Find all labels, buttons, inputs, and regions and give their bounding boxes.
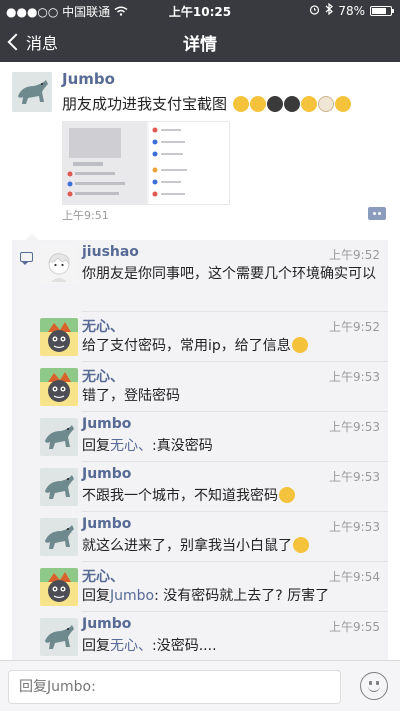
comment-row[interactable]: 无心、 上午9:54 回复Jumbo: 没有密码就上去了? 厉害了 xyxy=(40,562,388,612)
post-text-content: 朋友成功进我支付宝截图 xyxy=(62,95,228,113)
comment-body: : 没有密码就上去了? 厉害了 xyxy=(154,588,330,604)
laugh-emoji-icon xyxy=(232,96,249,112)
commenter-name[interactable]: Jumbo xyxy=(82,466,131,482)
comment-time: 上午9:52 xyxy=(329,320,380,334)
comment-row[interactable]: 无心、 上午9:52 给了支付密码，常用ip，给了信息 xyxy=(40,312,388,362)
reply-to-name[interactable]: Jumbo xyxy=(110,588,154,604)
reply-prefix: 回复 xyxy=(82,638,110,654)
dog-emoji-icon xyxy=(317,96,334,112)
smile-emoji-icon xyxy=(291,337,308,353)
laugh-emoji-icon xyxy=(249,96,266,112)
commenter-name[interactable]: 无心、 xyxy=(82,316,124,336)
alarm-icon xyxy=(309,4,320,18)
reply-to-name[interactable]: 无心、 xyxy=(110,438,152,454)
reply-input[interactable] xyxy=(8,670,341,704)
comment-body: 你朋友是你同事吧，这个需要几个环境确实可以 xyxy=(82,266,376,282)
comment-time: 上午9:53 xyxy=(329,370,380,384)
commenter-name[interactable]: Jumbo xyxy=(82,416,131,432)
tears-of-joy-emoji-icon xyxy=(300,96,317,112)
post-time: 上午9:51 xyxy=(62,209,109,222)
commenter-avatar[interactable] xyxy=(40,618,78,656)
battery-percent: 78% xyxy=(338,3,365,18)
commenter-avatar[interactable] xyxy=(40,418,78,456)
reply-to-name[interactable]: 无心、 xyxy=(110,638,152,654)
commenter-name[interactable]: Jumbo xyxy=(82,616,131,632)
comment-row[interactable]: Jumbo 上午9:53 不跟我一个城市，不知道我密码 xyxy=(40,462,388,512)
comment-text: 回复Jumbo: 没有密码就上去了? 厉害了 xyxy=(82,587,376,605)
nav-bar: 消息 详情 xyxy=(0,22,400,62)
flushed-emoji-icon xyxy=(334,96,351,112)
comment-icon xyxy=(20,252,33,265)
reply-prefix: 回复 xyxy=(82,438,110,454)
comment-body: 不跟我一个城市，不知道我密码 xyxy=(82,488,278,504)
comment-text: 不跟我一个城市，不知道我密码 xyxy=(82,487,376,505)
comment-text: 回复无心、:没密码.... xyxy=(82,637,376,655)
commenter-avatar[interactable] xyxy=(40,568,78,606)
comment-row[interactable]: 无心、 上午9:53 错了，登陆密码 xyxy=(40,362,388,412)
status-right: 78% xyxy=(309,2,394,18)
comment-body: 就这么进来了，别拿我当小白鼠了 xyxy=(82,538,292,554)
comment-row[interactable]: Jumbo 上午9:53 回复无心、:真没密码 xyxy=(40,412,388,462)
post-author-avatar[interactable] xyxy=(12,72,52,112)
commenter-name[interactable]: 无心、 xyxy=(82,566,124,586)
comment-text: 给了支付密码，常用ip，给了信息 xyxy=(82,337,376,355)
commenter-avatar[interactable] xyxy=(40,368,78,406)
status-bar: ●●●○○ 中国联通 上午10:25 78% xyxy=(0,0,400,20)
comments-panel: jiushao 上午9:52 你朋友是你同事吧，这个需要几个环境确实可以 无心、 上午9… xyxy=(12,234,388,662)
comment-row[interactable]: jiushao 上午9:52 你朋友是你同事吧，这个需要几个环境确实可以 xyxy=(40,240,388,312)
commenter-name[interactable]: 无心、 xyxy=(82,366,124,386)
page-title: 详情 xyxy=(183,35,217,55)
top-bar: ●●●○○ 中国联通 上午10:25 78% 消息 详情 xyxy=(0,0,400,62)
comment-text: 错了，登陆密码 xyxy=(82,387,376,405)
commenter-avatar[interactable] xyxy=(40,468,78,506)
post-text: 朋友成功进我支付宝截图 xyxy=(62,93,351,114)
commenter-name[interactable]: jiushao xyxy=(82,244,139,260)
comment-time: 上午9:55 xyxy=(329,620,380,634)
battery-icon xyxy=(370,5,394,16)
comment-time: 上午9:54 xyxy=(329,570,380,584)
comment-text: 就这么进来了，别拿我当小白鼠了 xyxy=(82,537,376,555)
comment-body: 错了，登陆密码 xyxy=(82,388,180,404)
reply-bar xyxy=(0,660,400,711)
bluetooth-icon xyxy=(325,2,334,18)
comment-text: 你朋友是你同事吧，这个需要几个环境确实可以 xyxy=(82,265,376,283)
comment-time: 上午9:53 xyxy=(329,420,380,434)
emoji-smile-icon[interactable] xyxy=(360,672,388,700)
more-actions-button[interactable] xyxy=(368,207,386,220)
comment-row[interactable]: Jumbo 上午9:55 回复无心、:没密码.... xyxy=(40,612,388,662)
comment-time: 上午9:53 xyxy=(329,520,380,534)
commenter-name[interactable]: Jumbo xyxy=(82,516,131,532)
post-screenshot-image[interactable] xyxy=(62,121,230,205)
comment-time: 上午9:53 xyxy=(329,470,380,484)
comment-body: :没密码.... xyxy=(152,638,217,654)
dark-face-emoji-icon xyxy=(266,96,283,112)
comment-body: 给了支付密码，常用ip，给了信息 xyxy=(82,338,291,354)
comment-text: 回复无心、:真没密码 xyxy=(82,437,376,455)
reply-prefix: 回复 xyxy=(82,588,110,604)
dark-face-emoji-icon xyxy=(283,96,300,112)
comment-body: :真没密码 xyxy=(152,438,213,454)
commenter-avatar[interactable] xyxy=(40,246,78,284)
post-author-name[interactable]: Jumbo xyxy=(62,70,115,88)
tears-of-joy-emoji-icon xyxy=(279,487,295,503)
comment-time: 上午9:52 xyxy=(329,248,380,262)
commenter-avatar[interactable] xyxy=(40,318,78,356)
grimace-emoji-icon xyxy=(293,537,309,553)
comment-row[interactable]: Jumbo 上午9:53 就这么进来了，别拿我当小白鼠了 xyxy=(40,512,388,562)
commenter-avatar[interactable] xyxy=(40,518,78,556)
